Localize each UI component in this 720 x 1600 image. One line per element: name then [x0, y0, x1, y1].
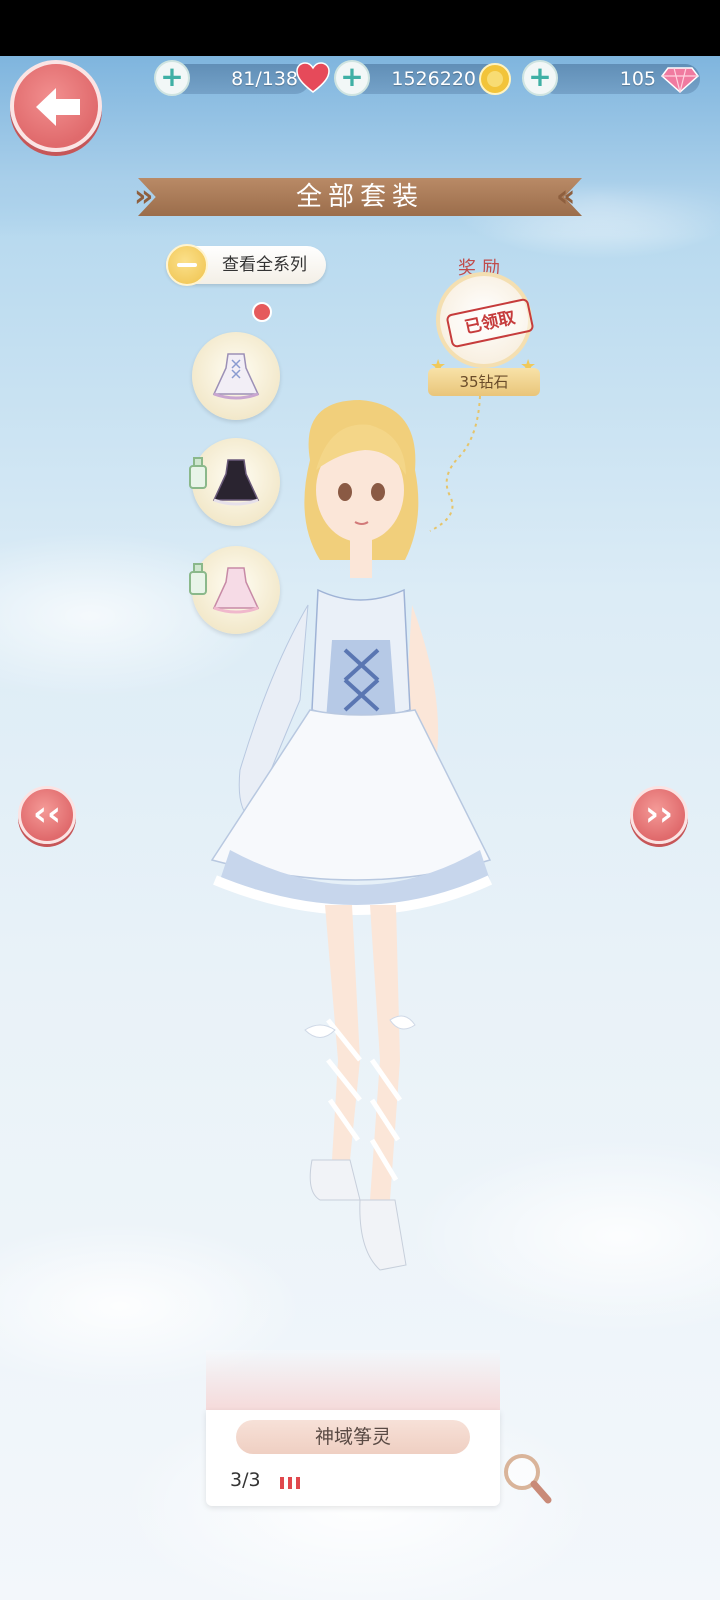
add-stamina-button[interactable]: + [154, 60, 190, 96]
status-bar [0, 0, 720, 56]
suit-name-label: 神域筝灵 [236, 1420, 470, 1454]
diamond-icon [660, 67, 700, 94]
collection-progress-bar [280, 1474, 304, 1493]
stamina-value: 81/138 [231, 68, 298, 90]
page-title: 全部套装 [295, 182, 424, 212]
progress-tick [280, 1477, 284, 1489]
back-arrow-icon [36, 88, 80, 126]
heart-icon [296, 62, 330, 93]
collapse-icon[interactable] [166, 244, 208, 286]
coin-icon [479, 63, 511, 95]
character-illustration [210, 400, 493, 1271]
progress-tick [296, 1477, 300, 1489]
selected-check-icon [252, 302, 272, 322]
diamonds-value: 105 [619, 68, 656, 90]
next-suit-button[interactable]: ›› [630, 786, 688, 844]
add-diamonds-button[interactable]: + [522, 60, 558, 96]
collection-progress-text: 3/3 [230, 1469, 261, 1491]
back-button[interactable] [10, 60, 102, 152]
view-all-series-label: 查看全系列 [222, 255, 307, 275]
progress-tick [288, 1477, 292, 1489]
add-coins-button[interactable]: + [334, 60, 370, 96]
info-panel-header [206, 1350, 500, 1410]
magnifier-search-icon[interactable] [500, 1450, 554, 1508]
previous-suit-button[interactable]: ‹‹ [18, 786, 76, 844]
coins-value: 1526220 [391, 68, 476, 90]
